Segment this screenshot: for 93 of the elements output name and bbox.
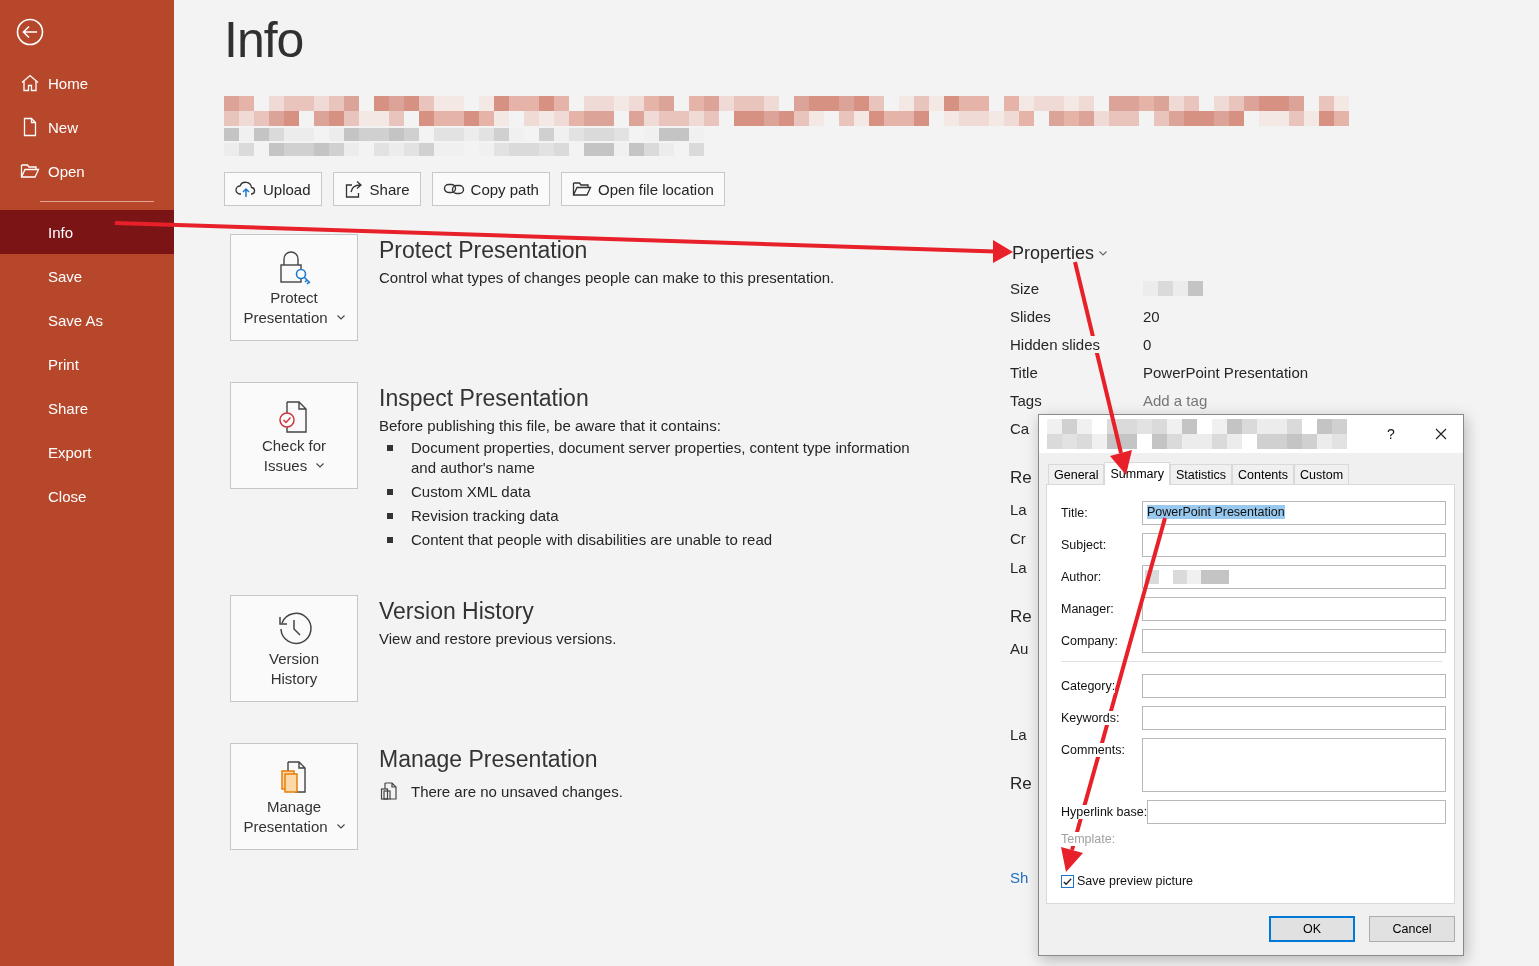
status-text: There are no unsaved changes. xyxy=(411,782,623,800)
section-title: Manage Presentation xyxy=(379,745,599,774)
share-icon xyxy=(343,179,364,199)
property-label: Re xyxy=(1010,467,1032,489)
properties-dropdown[interactable]: Properties xyxy=(1012,240,1340,266)
folder-icon xyxy=(571,179,592,199)
bullet-icon xyxy=(387,445,393,451)
action-button[interactable]: Open file location xyxy=(560,172,725,206)
property-label: Sh xyxy=(1010,868,1029,888)
page-title: Info xyxy=(224,11,305,70)
sidebar-item[interactable]: Export xyxy=(0,430,174,474)
property-label: Ca xyxy=(1010,419,1030,439)
bullet-text: Custom XML data xyxy=(411,482,532,502)
action-button[interactable]: Share xyxy=(332,172,421,206)
field-label: Manager: xyxy=(1061,602,1114,616)
property-label: La xyxy=(1010,558,1027,578)
bullet-text: Content that people with disabilities are unable to read xyxy=(411,530,774,550)
field-label: Company: xyxy=(1061,634,1118,648)
input-field[interactable] xyxy=(1142,629,1446,653)
sidebar-item[interactable]: Save xyxy=(0,254,174,298)
property-label: La xyxy=(1010,725,1027,745)
section-description: Before publishing this file, be aware that it contains: xyxy=(379,416,722,436)
field-label: Template: xyxy=(1061,832,1116,846)
property-value: 0 xyxy=(1143,335,1152,353)
action-button[interactable]: Upload xyxy=(224,172,322,206)
bullet-text: Document properties, document server properties, content type information and author's name xyxy=(411,438,911,478)
property-label: Au xyxy=(1010,639,1029,659)
section-description: View and restore previous versions. xyxy=(379,629,617,649)
dialog-tab[interactable]: Summary xyxy=(1104,462,1170,485)
section-title: Inspect Presentation xyxy=(379,384,590,413)
field-label: Title: xyxy=(1061,506,1088,520)
sidebar-item[interactable]: Save As xyxy=(0,298,174,342)
caret-icon xyxy=(336,824,345,829)
field-label: Author: xyxy=(1061,570,1102,584)
field-label: Subject: xyxy=(1061,538,1107,552)
close-icon[interactable] xyxy=(1434,428,1447,440)
property-label: Hidden slides xyxy=(1010,335,1101,353)
property-label: Re xyxy=(1010,606,1032,628)
input-field[interactable] xyxy=(1147,800,1446,824)
sidebar-item[interactable]: Share xyxy=(0,386,174,430)
sidebar-item[interactable]: Print xyxy=(0,342,174,386)
back-icon xyxy=(16,18,44,46)
input-field[interactable] xyxy=(1142,597,1446,621)
cloud-upload-icon xyxy=(235,179,257,199)
field-label: Comments: xyxy=(1061,743,1125,757)
tile-button[interactable]: Protect Presentation xyxy=(230,234,358,341)
bullet-icon xyxy=(387,513,393,519)
property-label: La xyxy=(1010,500,1027,520)
help-button[interactable]: ? xyxy=(1387,426,1395,442)
home-icon xyxy=(20,73,40,93)
tile-button[interactable]: Version History xyxy=(230,595,358,702)
checkbox-label: Save preview picture xyxy=(1077,874,1194,888)
input-field[interactable] xyxy=(1142,706,1446,730)
sidebar-item[interactable]: Open xyxy=(0,149,174,193)
dialog-button[interactable]: OK xyxy=(1269,916,1355,942)
property-value: PowerPoint Presentation xyxy=(1143,363,1309,381)
property-value: 20 xyxy=(1143,307,1160,325)
section-title: Version History xyxy=(379,597,535,626)
action-button[interactable]: Copy path xyxy=(431,172,550,206)
property-label: Cr xyxy=(1010,529,1026,549)
bullet-icon xyxy=(387,537,393,543)
dialog-tab[interactable]: General xyxy=(1048,464,1105,484)
input-field[interactable]: PowerPoint Presentation xyxy=(1142,501,1446,525)
section-description: Control what types of changes people can make to this presentation. xyxy=(379,268,835,288)
field-label: Category: xyxy=(1061,679,1116,693)
section-title: Protect Presentation xyxy=(379,236,589,265)
input-field[interactable] xyxy=(1142,738,1446,792)
dialog-tab[interactable]: Statistics xyxy=(1169,464,1232,484)
dialog-tab[interactable]: Contents xyxy=(1232,464,1294,484)
input-field[interactable] xyxy=(1142,674,1446,698)
property-label: Re xyxy=(1010,773,1032,795)
input-field[interactable] xyxy=(1142,565,1446,589)
tile-button[interactable]: Check for Issues xyxy=(230,382,358,489)
sidebar-item[interactable]: Home xyxy=(0,61,174,105)
caret-icon xyxy=(1099,250,1108,256)
bullet-icon xyxy=(387,489,393,495)
field-label: Keywords: xyxy=(1061,711,1120,725)
dialog-tab[interactable]: Custom xyxy=(1294,464,1350,484)
field-label: Hyperlink base: xyxy=(1061,805,1148,819)
sidebar-item[interactable]: Close xyxy=(0,474,174,518)
sidebar-item[interactable]: Info xyxy=(0,210,174,254)
tag-field[interactable]: Add a tag xyxy=(1143,391,1208,409)
checkbox[interactable] xyxy=(1061,874,1074,888)
input-field[interactable] xyxy=(1142,533,1446,557)
caret-icon xyxy=(316,463,325,468)
sidebar-item[interactable]: New xyxy=(0,105,174,149)
dialog-button[interactable]: Cancel xyxy=(1369,916,1455,942)
bullet-text: Revision tracking data xyxy=(411,506,560,526)
documents-icon xyxy=(379,781,399,801)
tile-button[interactable]: Manage Presentation xyxy=(230,743,358,850)
folder-icon xyxy=(20,161,40,181)
pixelated-drawing xyxy=(1143,280,1203,296)
caret-icon xyxy=(336,315,345,320)
